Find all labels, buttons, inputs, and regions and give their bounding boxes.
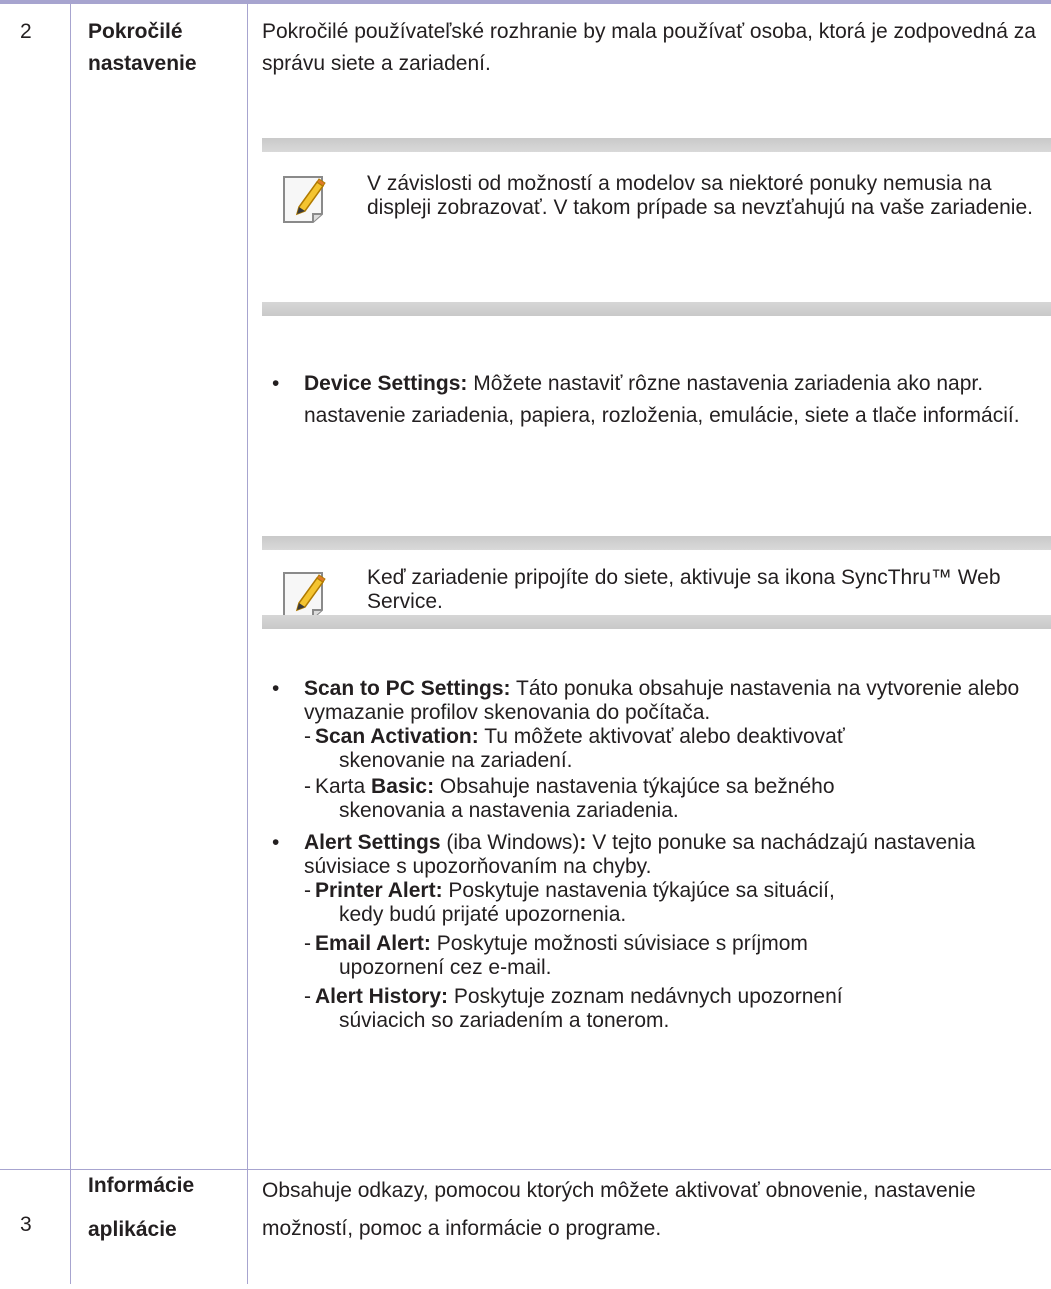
note-pencil-icon — [282, 174, 330, 224]
description-continued: skenovanie na zariadení. — [339, 749, 573, 772]
list-item-text: Alert Settings (iba Windows): V tejto po… — [304, 831, 1051, 879]
term-alert-settings: Alert Settings — [304, 831, 441, 854]
term-device-settings: Device Settings: — [304, 372, 468, 395]
list-item-text: Scan to PC Settings: Táto ponuka obsahuj… — [304, 677, 1051, 725]
table-top-rule — [0, 0, 1051, 4]
note-top-bar — [262, 536, 1051, 550]
row-label: Pokročilé nastavenie — [88, 16, 197, 80]
term-basic: Basic: — [371, 775, 435, 798]
row-label-line: Informácie — [88, 1174, 195, 1197]
term-email-alert: Email Alert: — [315, 932, 431, 955]
note-pencil-icon — [282, 570, 330, 620]
sub-item-text: Alert History: Poskytuje zoznam nedávnyc… — [315, 985, 1051, 1033]
bullet-glyph: • — [272, 677, 280, 700]
description-continued: kedy budú prijaté upozornenia. — [339, 903, 627, 926]
note-bottom-bar — [262, 615, 1051, 629]
sub-item-text: Email Alert: Poskytuje možnosti súvisiac… — [315, 932, 1051, 980]
note-box: V závislosti od možností a modelov sa ni… — [262, 138, 1051, 316]
list-item-text: Device Settings: Môžete nastaviť rôzne n… — [304, 368, 1051, 432]
row-number: 3 — [20, 1213, 32, 1236]
sub-item-text: Printer Alert: Poskytuje nastavenia týka… — [315, 879, 1051, 927]
description-continued: upozornení cez e-mail. — [339, 956, 552, 979]
dash-glyph: - — [304, 985, 311, 1008]
row-label-line: aplikácie — [88, 1218, 177, 1241]
sub-item-text: Scan Activation: Tu môžete aktivovať ale… — [315, 725, 1051, 773]
description: Tu môžete aktivovať alebo deaktivovať — [478, 725, 845, 748]
sub-item-text: Karta Basic: Obsahuje nastavenia týkajúc… — [315, 775, 1051, 823]
note-box: Keď zariadenie pripojíte do siete, aktiv… — [262, 536, 1051, 629]
term-scan-settings: Scan to PC Settings: — [304, 677, 511, 700]
description: Obsahuje nastavenia týkajúce sa bežného — [434, 775, 835, 798]
term-alert-history: Alert History: — [315, 985, 449, 1008]
description: Poskytuje nastavenia týkajúce sa situáci… — [442, 879, 835, 902]
dash-glyph: - — [304, 879, 311, 902]
qualifier: (iba Windows) — [440, 831, 580, 854]
term-scan-activation: Scan Activation: — [315, 725, 479, 748]
dash-glyph: - — [304, 775, 311, 798]
row-label: Informácie aplikácie — [88, 1170, 194, 1246]
description-continued: súviacich so zariadením a tonerom. — [339, 1009, 670, 1032]
bullet-glyph: • — [272, 372, 280, 395]
dash-glyph: - — [304, 932, 311, 955]
description-continued: skenovania a nastavenia zariadenia. — [339, 799, 679, 822]
bullet-glyph: • — [272, 831, 280, 854]
description-paragraph: Obsahuje odkazy, pomocou ktorých môžete … — [262, 1179, 976, 1240]
row-number: 2 — [20, 20, 32, 43]
note-top-bar — [262, 138, 1051, 152]
column-divider-2 — [247, 4, 248, 1284]
dash-glyph: - — [304, 725, 311, 748]
note-text: V závislosti od možností a modelov sa ni… — [367, 172, 1033, 219]
note-text: Keď zariadenie pripojíte do siete, aktiv… — [367, 566, 1001, 613]
description: Poskytuje zoznam nedávnych upozornení — [448, 985, 843, 1008]
note-bottom-bar — [262, 302, 1051, 316]
row-label-line: Pokročilé — [88, 20, 183, 43]
column-divider-1 — [70, 4, 71, 1284]
intro-paragraph: Pokročilé používateľské rozhranie by mal… — [262, 20, 1036, 75]
prefix: Karta — [315, 775, 372, 798]
row-label-line: nastavenie — [88, 52, 197, 75]
term-printer-alert: Printer Alert: — [315, 879, 443, 902]
description: Poskytuje možnosti súvisiace s príjmom — [430, 932, 808, 955]
